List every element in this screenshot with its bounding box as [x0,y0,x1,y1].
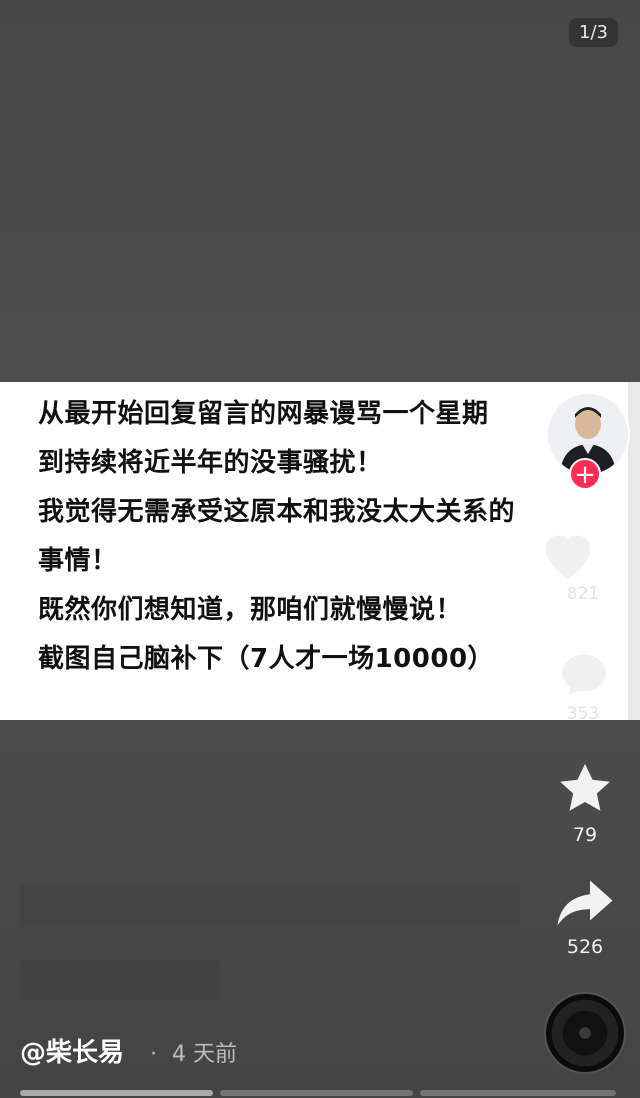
progress-segment [420,1090,616,1096]
post-text-line: 既然你们想知道，那咱们就慢慢说！ [38,595,463,625]
blurred-caption-area [20,960,220,1000]
image-progress-bar [0,1090,640,1098]
comment-icon[interactable] [556,650,612,698]
blurred-caption-area [20,885,520,927]
post-text-line: 我觉得无需承受这原本和我没太大关系的 [38,497,516,527]
favorite-count: 79 [572,824,598,846]
image-page-counter: 1/3 [569,18,618,47]
share-icon [557,880,613,926]
star-icon [560,763,610,811]
favorite-button[interactable]: 79 [545,760,625,846]
comment-count: 353 [566,704,600,724]
progress-segment-active [20,1090,213,1096]
like-count: 821 [566,584,600,604]
author-name[interactable]: @柴长易 [20,1032,124,1069]
post-time: · 4 天前 [150,1036,237,1068]
time-separator: · [150,1042,157,1067]
post-text: 从最开始回复留言的网暴谩骂一个星期 到持续将近半年的没事骚扰！ 我觉得无需承受这… [38,390,598,684]
heart-icon[interactable] [538,528,598,582]
post-time-text: 4 天前 [172,1042,237,1067]
video-background-top [0,0,640,382]
follow-button[interactable]: + [569,458,601,490]
post-text-line: 截图自己脑补下（7人才一场10000） [38,644,495,674]
post-text-line: 到持续将近半年的没事骚扰！ [38,448,383,478]
post-text-line: 从最开始回复留言的网暴谩骂一个星期 [38,399,489,429]
post-text-line: 事情！ [38,546,118,576]
share-button[interactable]: 526 [545,878,625,958]
post-text-card: 从最开始回复留言的网暴谩骂一个星期 到持续将近半年的没事骚扰！ 我觉得无需承受这… [0,382,628,720]
share-count: 526 [566,936,604,958]
progress-segment [220,1090,413,1096]
music-disc-icon[interactable] [546,994,624,1072]
